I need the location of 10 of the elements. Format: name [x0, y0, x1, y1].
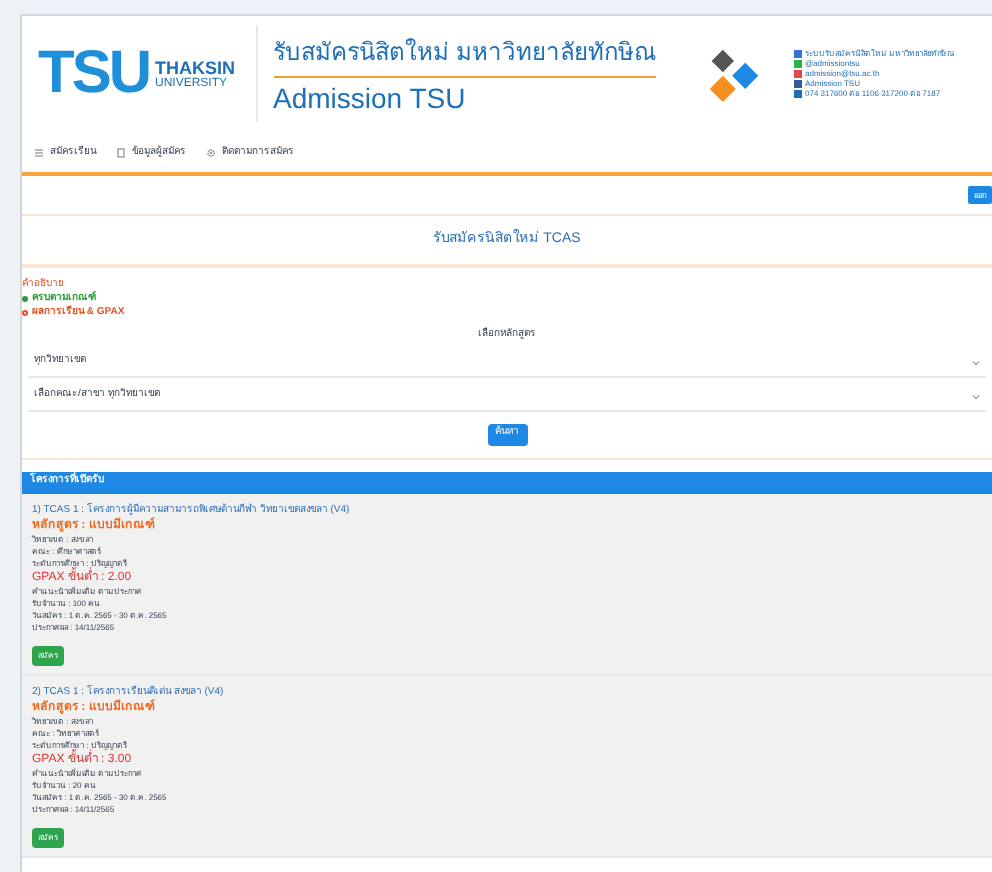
list-icon — [34, 147, 44, 157]
logo-text: TSU — [38, 44, 149, 104]
university-name: THAKSIN — [155, 59, 235, 77]
site-subtitle: Admission TSU — [273, 79, 466, 117]
chevron-icon — [972, 393, 980, 399]
gear-icon — [206, 147, 216, 157]
site-title: รับสมัครนิสิตใหม่ มหาวิทยาลัยทักษิณ — [273, 31, 656, 78]
chevron-icon — [972, 359, 980, 365]
diamond-logo-icon — [705, 46, 761, 102]
document-icon — [116, 147, 126, 157]
